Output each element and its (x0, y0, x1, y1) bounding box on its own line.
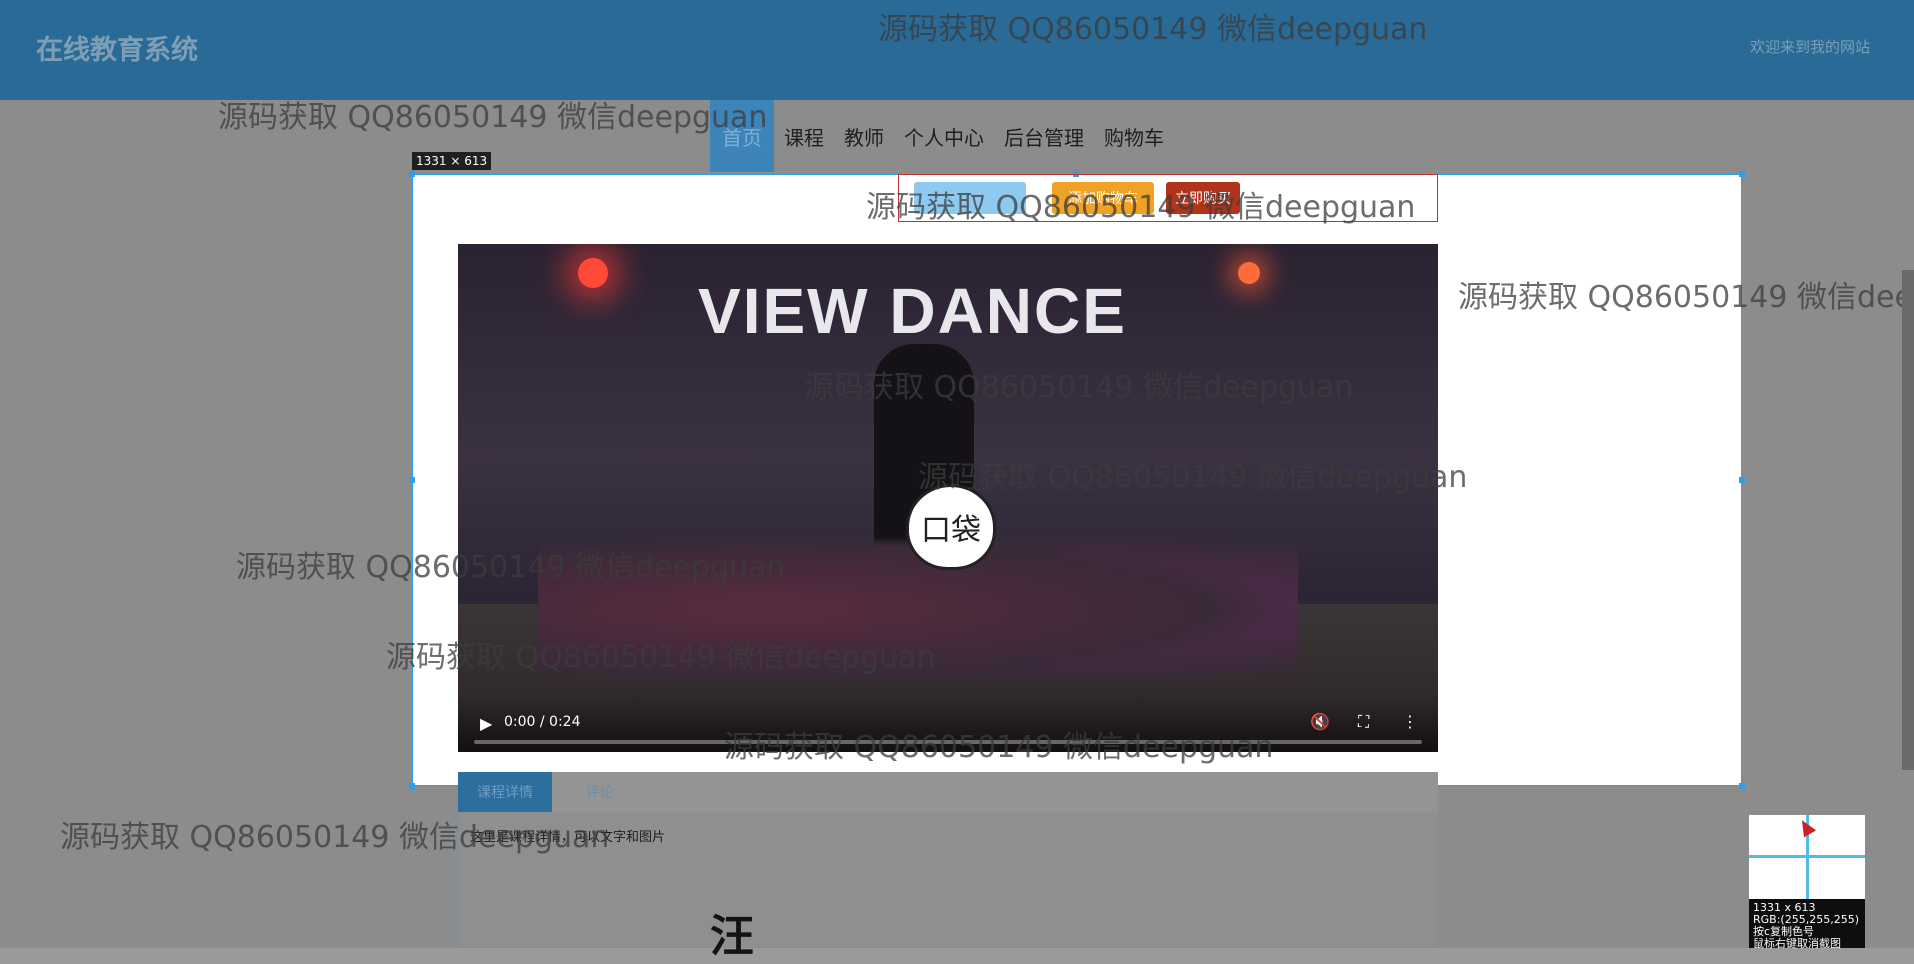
play-icon[interactable]: ▶ (480, 714, 492, 733)
watermark: 源码获取 QQ86050149 微信deepguan (60, 820, 610, 855)
selection-handle-tr[interactable] (1739, 171, 1745, 177)
nav-item-courses[interactable]: 课程 (774, 100, 834, 172)
magnifier-view (1749, 815, 1865, 899)
welcome-text: 欢迎来到我的网站 (1749, 38, 1870, 56)
magnifier-cancel-hint: 鼠标右键取消截图 (1753, 937, 1841, 950)
watermark: 源码获取 QQ86050149 微信deepguan (918, 460, 1468, 495)
watermark: 源码获取 QQ86050149 微信deepgua (1458, 280, 1914, 315)
watermark: 源码获取 QQ86050149 微信deepguan (236, 550, 786, 585)
watermark: 源码获取 QQ86050149 微信deepguan (218, 100, 768, 135)
nav-item-admin[interactable]: 后台管理 (994, 100, 1094, 172)
selection-handle-br[interactable] (1739, 783, 1745, 789)
tab-comments[interactable]: 评论 (560, 772, 640, 812)
screenshot-magnifier: 1331 x 613 RGB:(255,255,255) 按c复制色号 鼠标右键… (1749, 815, 1865, 950)
nav-item-profile[interactable]: 个人中心 (894, 100, 994, 172)
stage-light (578, 258, 608, 288)
bag-logo-text: 口袋 (921, 513, 981, 548)
fullscreen-icon[interactable]: ⛶ (1358, 712, 1369, 732)
more-icon[interactable]: ⋮ (1402, 712, 1418, 731)
page-scrollbar[interactable] (1902, 270, 1914, 770)
nav-item-cart[interactable]: 购物车 (1094, 100, 1174, 172)
nav-item-teachers[interactable]: 教师 (834, 100, 894, 172)
selection-handle-tl[interactable] (409, 171, 415, 177)
video-banner-text: VIEW DANCE (698, 275, 1127, 347)
course-detail-image-glyph: 汪 (710, 911, 754, 962)
tab-course-details[interactable]: 课程详情 (458, 772, 552, 812)
selection-dimensions-label: 1331 × 613 (412, 152, 492, 170)
site-brand[interactable]: 在线教育系统 (36, 28, 198, 67)
mute-icon[interactable]: 🔇 (1310, 712, 1330, 731)
watermark: 源码获取 QQ86050149 微信deepguan (804, 370, 1354, 405)
video-time: 0:00 / 0:24 (504, 714, 581, 730)
bag-logo-icon: 口袋 (906, 484, 996, 570)
cursor-icon (1795, 816, 1817, 838)
selection-handle-bl[interactable] (409, 783, 415, 789)
watermark: 源码获取 QQ86050149 微信deepguan (724, 730, 1274, 765)
watermark: 源码获取 QQ86050149 微信deepguan (866, 190, 1416, 225)
main-nav: 首页 课程 教师 个人中心 后台管理 购物车 (710, 100, 1174, 172)
selection-handle-ml[interactable] (409, 477, 415, 483)
watermark: 源码获取 QQ86050149 微信deepguan (878, 12, 1428, 47)
selection-handle-mr[interactable] (1739, 477, 1745, 483)
stage-light (1238, 262, 1260, 284)
watermark: 源码获取 QQ86050149 微信deepguan (386, 640, 936, 675)
